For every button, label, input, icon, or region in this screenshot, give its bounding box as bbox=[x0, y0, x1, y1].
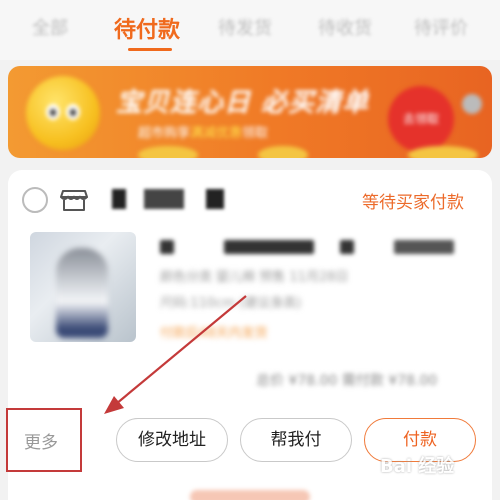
annotation-arrow bbox=[104, 295, 247, 414]
watermark: Bai 经验 bbox=[380, 456, 455, 477]
bottom-decoration bbox=[190, 490, 310, 500]
